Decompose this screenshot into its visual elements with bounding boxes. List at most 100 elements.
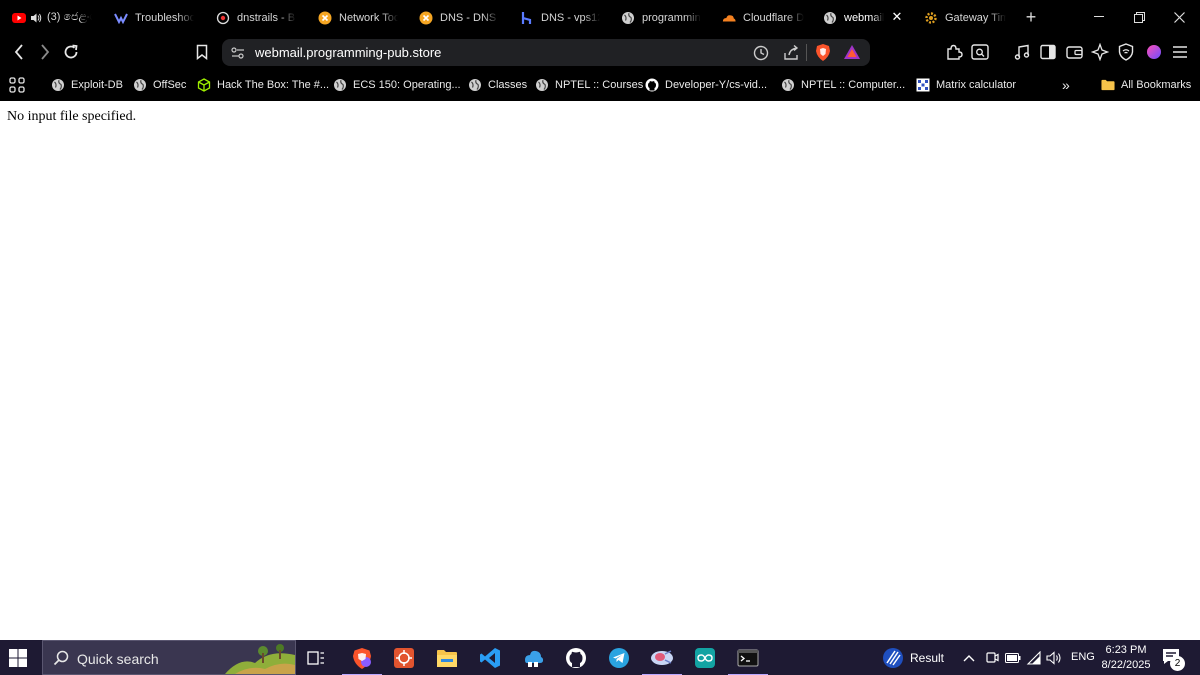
speaker-icon[interactable] — [29, 11, 43, 25]
bookmark-hack-the-box[interactable]: Hack The Box: The #... — [197, 76, 329, 94]
troubleshoot-icon — [114, 11, 128, 25]
github-desktop-icon[interactable] — [564, 646, 588, 670]
cloudflare-icon — [722, 11, 736, 25]
remote-desktop-icon[interactable] — [642, 646, 682, 675]
bookmark-matrix-calculator[interactable]: Matrix calculator — [916, 76, 1016, 94]
tab-troubleshoot[interactable]: Troubleshoot — [114, 4, 194, 31]
wifi-icon[interactable] — [1025, 649, 1043, 667]
wallet-icon[interactable] — [1064, 42, 1084, 62]
reader-mode-icon[interactable] — [970, 42, 990, 62]
taskbar-search-box[interactable]: Quick search — [42, 640, 296, 675]
tab-title: dnstrails - Br — [237, 11, 296, 24]
hackthebox-icon — [197, 78, 211, 92]
search-highlight-illustration — [225, 641, 295, 674]
brave-shields-icon[interactable] — [814, 43, 832, 62]
sidebar-toggle-icon[interactable] — [1038, 42, 1058, 62]
weather-widget-label[interactable]: Result — [910, 651, 944, 665]
tab-network-tool[interactable]: Network Tool — [318, 4, 398, 31]
tab-title: Cloudflare D — [743, 11, 804, 24]
battery-icon[interactable] — [1004, 649, 1022, 667]
terminal-icon[interactable] — [728, 646, 768, 675]
tab-strip: (3) ජෙළංග Troubleshoot dnstrails - Br Ne… — [0, 0, 1200, 34]
globe-icon — [621, 11, 635, 25]
bookmark-label: Matrix calculator — [936, 79, 1017, 91]
vscode-icon[interactable] — [478, 646, 502, 670]
bookmark-developer-y[interactable]: Developer-Y/cs-vid... — [645, 76, 767, 94]
globe-icon — [535, 78, 549, 92]
bookmark-offsec[interactable]: OffSec — [133, 76, 186, 94]
globe-icon — [51, 78, 65, 92]
tab-youtube[interactable]: (3) ජෙළංග — [12, 4, 92, 31]
leo-ai-icon[interactable] — [1090, 42, 1110, 62]
apps-grid-icon[interactable] — [9, 76, 25, 94]
bookmark-icon[interactable] — [192, 42, 212, 62]
globe-icon — [823, 11, 837, 25]
tab-title: Gateway Time — [945, 11, 1006, 24]
bookmark-ecs-150[interactable]: ECS 150: Operating... — [333, 76, 461, 94]
clock-time: 6:23 PM — [1105, 644, 1147, 656]
new-tab-button[interactable]: + — [1022, 8, 1040, 26]
tab-programming[interactable]: programming — [621, 4, 701, 31]
all-bookmarks-button[interactable]: All Bookmarks — [1101, 76, 1191, 94]
profile-avatar-icon[interactable] — [1144, 42, 1164, 62]
windows-start-icon[interactable] — [8, 648, 30, 668]
brave-browser-taskbar-icon[interactable] — [342, 646, 382, 675]
file-explorer-icon[interactable] — [435, 646, 459, 670]
arduino-icon[interactable] — [693, 646, 717, 670]
close-tab-icon[interactable]: ✕ — [890, 10, 904, 24]
site-settings-icon[interactable] — [230, 45, 246, 61]
bookmark-nptel-courses[interactable]: NPTEL :: Courses — [535, 76, 643, 94]
bookmark-label: Classes — [488, 79, 528, 91]
history-icon[interactable] — [752, 44, 770, 62]
task-view-icon[interactable] — [304, 646, 328, 670]
main-menu-icon[interactable] — [1170, 42, 1190, 62]
share-icon[interactable] — [782, 44, 800, 62]
taskbar: Quick search Result ENG 6:23 PM 8/22/202… — [0, 640, 1200, 675]
tab-dns-dns[interactable]: DNS - DNS I — [419, 4, 499, 31]
browser-chrome: (3) ජෙළංග Troubleshoot dnstrails - Br Ne… — [0, 0, 1200, 101]
bookmark-nptel-computer[interactable]: NPTEL :: Computer... — [781, 76, 905, 94]
cricket-result-icon[interactable] — [881, 646, 905, 670]
tab-title: Network Tool — [339, 11, 398, 24]
language-indicator[interactable]: ENG — [1071, 651, 1095, 663]
brave-shield-icon — [216, 11, 230, 25]
tab-dnstrails[interactable]: dnstrails - Br — [216, 4, 296, 31]
globe-icon — [468, 78, 482, 92]
folder-icon — [1101, 78, 1115, 92]
tab-gateway-timeout[interactable]: Gateway Time — [924, 4, 1006, 31]
telegram-icon[interactable] — [607, 646, 631, 670]
tab-cloudflare[interactable]: Cloudflare D — [722, 4, 804, 31]
bookmark-label: NPTEL :: Courses — [555, 79, 644, 91]
tab-webmail[interactable]: webmail — [823, 4, 885, 31]
volume-icon[interactable] — [1045, 649, 1063, 667]
app-launcher-icon[interactable] — [392, 646, 416, 670]
minimize-icon[interactable] — [1089, 8, 1109, 26]
extensions-icon[interactable] — [944, 42, 964, 62]
bookmark-classes[interactable]: Classes — [468, 76, 527, 94]
forward-icon[interactable] — [35, 42, 55, 62]
brave-rewards-icon[interactable] — [843, 43, 861, 62]
cloud-app-icon[interactable] — [521, 646, 545, 670]
error-message: No input file specified. — [7, 109, 137, 124]
tab-title: programming — [642, 11, 701, 24]
address-bar[interactable]: webmail.programming-pub.store — [222, 39, 870, 66]
bookmarks-overflow-button[interactable]: » — [1062, 76, 1070, 94]
vpn-icon[interactable] — [1116, 42, 1136, 62]
globe-icon — [333, 78, 347, 92]
clock-date: 8/22/2025 — [1101, 659, 1151, 671]
reload-icon[interactable] — [61, 42, 81, 62]
gear-icon — [924, 11, 938, 25]
close-window-icon[interactable] — [1169, 8, 1189, 26]
media-music-icon[interactable] — [1012, 42, 1032, 62]
chevron-up-icon[interactable] — [960, 649, 978, 667]
clock[interactable]: 6:23 PM 8/22/2025 — [1100, 643, 1152, 673]
meet-now-icon[interactable] — [983, 649, 1001, 667]
network-tool-icon — [318, 11, 332, 25]
search-icon — [53, 650, 69, 666]
restore-icon[interactable] — [1129, 8, 1149, 26]
navigation-toolbar: webmail.programming-pub.store — [0, 34, 1200, 70]
tab-dns-vps[interactable]: DNS - vps12 — [520, 4, 600, 31]
address-url[interactable]: webmail.programming-pub.store — [255, 45, 441, 60]
bookmark-exploit-db[interactable]: Exploit-DB — [51, 76, 123, 94]
back-icon[interactable] — [9, 42, 29, 62]
